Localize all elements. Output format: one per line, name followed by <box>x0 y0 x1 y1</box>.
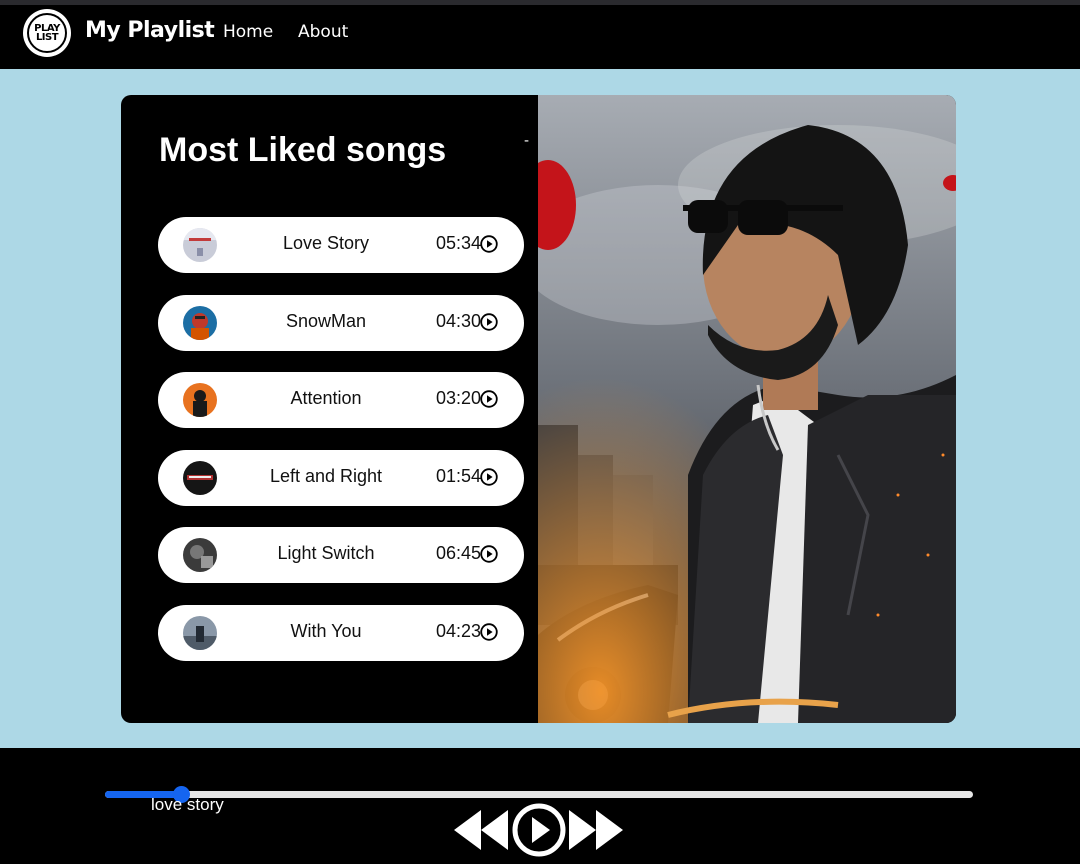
navbar: PLAY LIST My Playlist Home About <box>0 5 1080 69</box>
play-circle-icon[interactable] <box>480 468 498 486</box>
nav-link-about[interactable]: About <box>298 22 348 42</box>
play-circle-icon[interactable] <box>480 545 498 563</box>
song-item-with-you[interactable]: With You 04:23 <box>158 605 524 661</box>
songs-card: Most Liked songs - Love Story 05:34 Snow… <box>121 95 956 723</box>
song-thumbnail <box>183 461 217 495</box>
song-title: Love Story <box>282 233 370 253</box>
song-item-snowman[interactable]: SnowMan 04:30 <box>158 295 524 351</box>
song-thumbnail <box>183 538 217 572</box>
song-duration: 04:30 <box>436 311 482 331</box>
play-circle-icon[interactable] <box>480 235 498 253</box>
artist-artwork <box>538 95 956 723</box>
logo-badge: PLAY LIST <box>27 13 67 53</box>
progress-bar[interactable] <box>105 786 973 803</box>
play-circle-icon[interactable] <box>480 313 498 331</box>
song-title: Light Switch <box>277 543 375 563</box>
song-duration: 01:54 <box>436 466 482 486</box>
song-duration: 06:45 <box>436 543 482 563</box>
song-thumbnail <box>183 383 217 417</box>
now-playing-title: love story <box>151 795 224 814</box>
song-item-love-story[interactable]: Love Story 05:34 <box>158 217 524 273</box>
card-title: Most Liked songs <box>159 131 447 169</box>
title-dash: - <box>524 133 530 149</box>
next-icon[interactable] <box>569 810 624 850</box>
song-title: Left and Right <box>269 466 383 486</box>
song-item-attention[interactable]: Attention 03:20 <box>158 372 524 428</box>
song-item-light-switch[interactable]: Light Switch 06:45 <box>158 527 524 583</box>
song-thumbnail <box>183 228 217 262</box>
song-thumbnail <box>183 306 217 340</box>
play-circle-icon[interactable] <box>512 803 566 857</box>
logo-text-bottom: LIST <box>35 32 59 43</box>
player-bar: love story <box>0 748 1080 864</box>
previous-icon[interactable] <box>454 810 509 850</box>
app-title[interactable]: My Playlist <box>85 18 215 43</box>
song-duration: 03:20 <box>436 388 482 408</box>
playlist-logo[interactable]: PLAY LIST <box>23 9 71 57</box>
nav-link-home[interactable]: Home <box>223 22 273 42</box>
song-duration: 05:34 <box>436 233 482 253</box>
play-circle-icon[interactable] <box>480 623 498 641</box>
song-thumbnail <box>183 616 217 650</box>
song-title: With You <box>290 621 362 641</box>
song-duration: 04:23 <box>436 621 482 641</box>
song-title: Attention <box>290 388 362 408</box>
song-title: SnowMan <box>285 311 367 331</box>
song-item-left-and-right[interactable]: Left and Right 01:54 <box>158 450 524 506</box>
play-circle-icon[interactable] <box>480 390 498 408</box>
